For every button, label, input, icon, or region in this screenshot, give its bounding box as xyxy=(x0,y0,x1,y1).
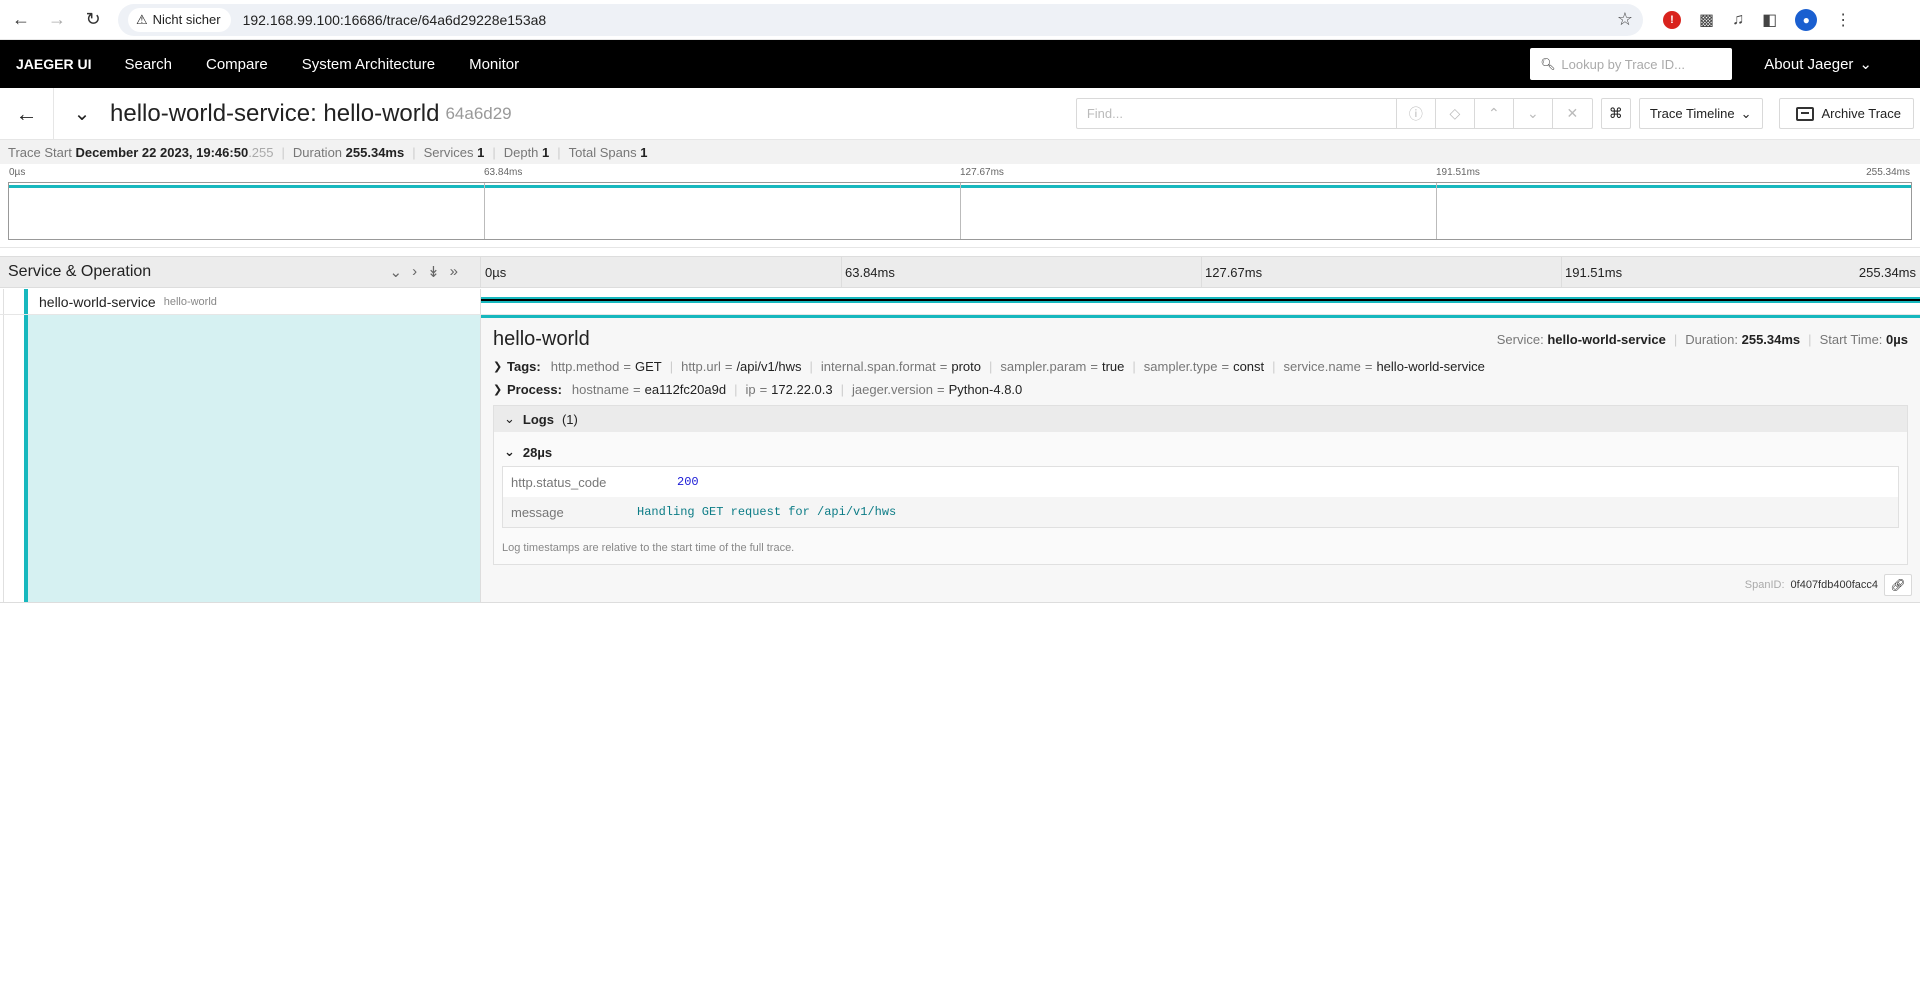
extensions-puzzle-icon[interactable]: ▩ xyxy=(1699,10,1714,30)
close-icon[interactable]: ✕ xyxy=(1553,99,1592,128)
span-id: SpanID: 0f407fdb400facc4 🔗︎ xyxy=(1745,574,1912,596)
log-field-row: message Handling GET request for /api/v1… xyxy=(503,497,1898,527)
detail-meta: Service: hello-world-service | Duration:… xyxy=(1496,332,1908,347)
trace-title: hello-world-service: hello-world xyxy=(110,99,440,127)
archive-trace-button[interactable]: Archive Trace xyxy=(1778,98,1914,129)
extension-red-icon[interactable]: ! xyxy=(1663,10,1681,29)
span-row[interactable]: hello-world-service hello-world xyxy=(0,289,1920,315)
span-detail: hello-world Service: hello-world-service… xyxy=(0,315,1920,603)
log-note: Log timestamps are relative to the start… xyxy=(502,542,795,554)
timeline-header: Service & Operation ⌄ › ↡ » 0µs 63.84ms … xyxy=(0,256,1920,288)
profile-avatar-icon[interactable]: ● xyxy=(1795,8,1818,31)
process-row[interactable]: ❯ Process: hostname = ea112fc20a9d | ip = 17… xyxy=(493,382,1908,397)
logs-panel: ⌄ Logs (1) ⌄ 28µs http.status_code 200 m… xyxy=(493,405,1908,565)
span-duration-bar[interactable] xyxy=(481,297,1920,303)
trace-short-id: 64a6d29 xyxy=(445,103,512,123)
timeline-tick: 127.67ms xyxy=(1205,265,1263,280)
locate-icon[interactable]: ◇ xyxy=(1436,99,1475,128)
nav-search[interactable]: Search xyxy=(107,56,189,73)
chevron-right-icon[interactable]: ❯ xyxy=(493,360,507,373)
chevron-down-icon: ⌄ xyxy=(504,444,515,459)
kebab-menu-icon[interactable]: ⋮ xyxy=(1835,10,1851,30)
url-text[interactable]: 192.168.99.100:16686/trace/64a6d29228e15… xyxy=(243,12,1617,28)
expand-all-icon[interactable]: » xyxy=(450,263,458,281)
nav-monitor[interactable]: Monitor xyxy=(452,56,536,73)
trace-minimap[interactable]: 0µs 63.84ms 127.67ms 191.51ms 255.34ms xyxy=(0,164,1920,248)
trace-header: ← ⌄ hello-world-service: hello-world 64a… xyxy=(0,87,1920,140)
keyboard-shortcuts-icon[interactable]: ⌘ xyxy=(1600,98,1631,129)
minimap-tick: 127.67ms xyxy=(960,167,1004,178)
timeline-tick: 63.84ms xyxy=(845,265,895,280)
tags-row[interactable]: ❯ Tags: http.method = GET | http.url =/api/… xyxy=(493,359,1908,374)
link-icon[interactable]: 🔗︎ xyxy=(1884,574,1912,596)
minimap-tick: 255.34ms xyxy=(1866,167,1910,178)
minimap-tick: 191.51ms xyxy=(1436,167,1480,178)
brand-logo[interactable]: JAEGER UI xyxy=(0,56,107,72)
browser-toolbar: ← → ↻ ⚠ Nicht sicher 192.168.99.100:1668… xyxy=(0,0,1920,40)
find-toolbar: Find... ⓘ ◇ ⌃ ⌄ ✕ xyxy=(1075,98,1593,129)
find-input[interactable]: Find... xyxy=(1077,99,1397,128)
chevron-down-icon: ⌄ xyxy=(504,411,515,426)
side-panel-icon[interactable]: ◧ xyxy=(1762,10,1777,30)
collapse-all-icon[interactable]: ↡ xyxy=(427,263,440,281)
bookmark-star-icon[interactable]: ☆ xyxy=(1617,9,1633,30)
jaeger-top-nav: JAEGER UI Search Compare System Architec… xyxy=(0,40,1920,88)
collapse-one-icon[interactable]: ⌄ xyxy=(390,263,403,281)
chevron-right-icon[interactable]: ❯ xyxy=(493,383,507,396)
detail-operation-title: hello-world xyxy=(493,328,590,350)
expand-one-icon[interactable]: › xyxy=(412,263,417,281)
timeline-tick: 0µs xyxy=(485,265,507,280)
security-indicator[interactable]: ⚠ Nicht sicher xyxy=(128,7,231,32)
view-select[interactable]: Trace Timeline ⌄ xyxy=(1638,98,1763,129)
trace-summary: Trace Start December 22 2023, 19:46:50.2… xyxy=(0,140,1920,164)
forward-arrow-icon[interactable]: → xyxy=(42,5,72,35)
minimap-canvas[interactable] xyxy=(8,182,1912,240)
about-jaeger-menu[interactable]: About Jaeger ⌄ xyxy=(1752,55,1920,74)
service-operation-title: Service & Operation xyxy=(8,263,152,280)
help-icon[interactable]: ⓘ xyxy=(1397,99,1436,128)
chevron-up-icon[interactable]: ⌃ xyxy=(1475,99,1514,128)
back-arrow-icon[interactable]: ← xyxy=(0,87,54,140)
nav-system-architecture[interactable]: System Architecture xyxy=(285,56,452,73)
search-icon: 🔍︎ xyxy=(1540,57,1556,71)
log-entry-header[interactable]: ⌄ 28µs xyxy=(494,432,1907,460)
trace-id-lookup-input[interactable]: 🔍︎ Lookup by Trace ID... xyxy=(1530,48,1733,80)
chevron-down-icon: ⌄ xyxy=(1859,56,1872,73)
logs-header[interactable]: ⌄ Logs (1) xyxy=(494,406,1907,432)
span-service-name[interactable]: hello-world-service xyxy=(39,294,156,310)
timeline-tick: 191.51ms xyxy=(1565,265,1623,280)
minimap-tick: 0µs xyxy=(9,167,26,178)
warning-icon: ⚠ xyxy=(136,11,148,27)
trace-start-value: December 22 2023, 19:46:50 xyxy=(75,144,249,160)
timeline-tick: 255.34ms xyxy=(1858,265,1916,280)
archive-icon xyxy=(1795,106,1814,121)
back-arrow-icon[interactable]: ← xyxy=(6,5,36,35)
log-fields-table: http.status_code 200 message Handling GE… xyxy=(502,466,1899,528)
reload-icon[interactable]: ↻ xyxy=(78,5,108,35)
span-operation-name: hello-world xyxy=(163,295,217,308)
nav-compare[interactable]: Compare xyxy=(189,56,285,73)
log-field-row: http.status_code 200 xyxy=(511,474,699,490)
media-queue-icon[interactable]: ♫ xyxy=(1732,11,1744,29)
minimap-tick: 63.84ms xyxy=(484,167,523,178)
chevron-down-icon: ⌄ xyxy=(1740,105,1752,121)
address-bar[interactable]: ⚠ Nicht sicher 192.168.99.100:16686/trac… xyxy=(118,3,1643,36)
chevron-down-icon[interactable]: ⌄ xyxy=(62,101,102,126)
chevron-down-icon[interactable]: ⌄ xyxy=(1514,99,1553,128)
